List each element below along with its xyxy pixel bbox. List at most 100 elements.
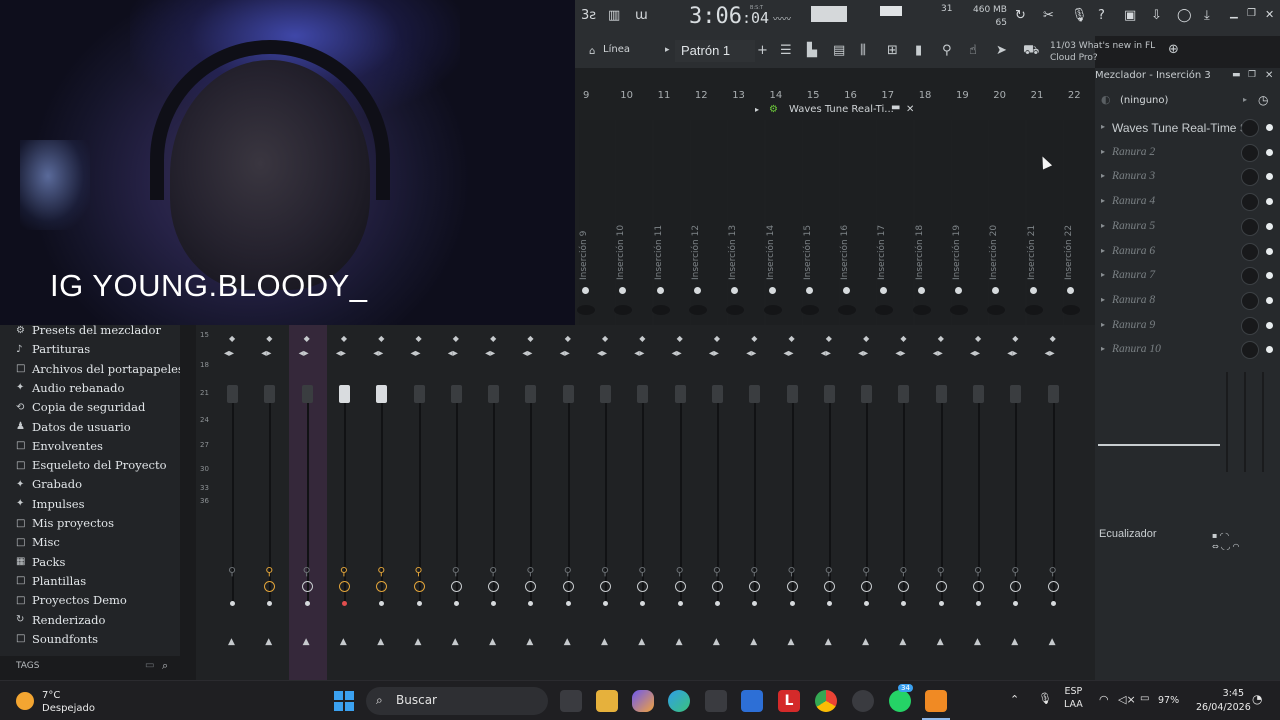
mixer-strip[interactable]: ◆ ◂▸ ⚲ ▲ <box>885 325 923 680</box>
insert-arrow-icon[interactable]: ▲ <box>974 637 981 647</box>
add-pattern-icon[interactable]: + <box>757 43 768 58</box>
browser-item[interactable]: ✦ Audio rebanado <box>16 379 124 397</box>
mixer-strip[interactable]: ◆ ◂▸ ⚲ ▲ <box>401 325 439 680</box>
stereo-separation-icon[interactable]: ◆ <box>639 335 645 343</box>
effect-slot[interactable]: ▸ Ranura 9 <box>1097 316 1273 339</box>
insert-arrow-icon[interactable]: ▲ <box>899 637 906 647</box>
stereo-separation-icon[interactable]: ◆ <box>677 335 683 343</box>
browser-item[interactable]: ♪ Partituras <box>16 340 90 358</box>
mixer-strip[interactable]: ◆ ◂▸ ⚲ ▲ <box>214 325 252 680</box>
pattern-selector[interactable]: Patrón 1 <box>675 40 755 62</box>
browser-item[interactable]: □ Proyectos Demo <box>16 591 127 609</box>
export-icon[interactable]: ⇩ <box>1151 8 1162 23</box>
insert-arrow-icon[interactable]: ▲ <box>564 637 571 647</box>
insert-arrow-icon[interactable]: ▲ <box>265 637 272 647</box>
slot-arrow-icon[interactable]: ▸ <box>1101 246 1105 255</box>
insert-knob[interactable] <box>912 305 931 315</box>
help-icon[interactable]: ? <box>1098 8 1105 23</box>
stereo-separation-icon[interactable]: ◆ <box>1012 335 1018 343</box>
wifi-icon[interactable]: ◠ <box>1099 693 1109 706</box>
mute-led[interactable] <box>938 601 944 606</box>
stereo-separation-icon[interactable]: ◆ <box>266 335 272 343</box>
effect-slot[interactable]: ▸ Ranura 3 <box>1097 168 1273 190</box>
mute-led[interactable] <box>864 601 870 606</box>
notifications-icon[interactable]: ◔ <box>1252 692 1262 706</box>
effect-slot[interactable]: ▸ Waves Tune Real-Time S... <box>1097 119 1273 141</box>
send-icon[interactable]: ⚲ <box>974 565 982 578</box>
close-icon[interactable]: ✕ <box>1265 8 1274 21</box>
cart-icon[interactable]: ⛟ <box>1023 43 1039 60</box>
browser-item[interactable]: ✦ Grabado <box>16 475 82 493</box>
mixer-strip[interactable]: ◆ ◂▸ ⚲ ▲ <box>624 325 662 680</box>
pan-arrows-icon[interactable]: ◂▸ <box>746 348 756 359</box>
browser-item[interactable]: ↻ Renderizado <box>16 611 105 629</box>
volume-fader[interactable] <box>376 385 388 403</box>
mixer-strip[interactable]: ◆ ◂▸ ⚲ ▲ <box>662 325 700 680</box>
send-icon[interactable]: ⚲ <box>265 565 273 578</box>
pan-arrows-icon[interactable]: ◂▸ <box>709 348 719 359</box>
copilot-icon[interactable] <box>632 690 654 712</box>
pan-arrows-icon[interactable]: ◂▸ <box>970 348 980 359</box>
volume-mute-icon[interactable]: ◁× <box>1118 693 1136 706</box>
volume-fader[interactable] <box>935 385 947 403</box>
stereo-separation-icon[interactable]: ◆ <box>938 335 944 343</box>
mixer-strip[interactable]: ◆ ◂▸ ⚲ ▲ <box>587 325 625 680</box>
stereo-separation-icon[interactable]: ◆ <box>751 335 757 343</box>
insert-arrow-icon[interactable]: ▲ <box>377 637 384 647</box>
battery-icon[interactable]: ▭ <box>1140 693 1149 704</box>
mute-led[interactable] <box>677 601 683 606</box>
pan-arrows-icon[interactable]: ◂▸ <box>522 348 532 359</box>
route-ring[interactable] <box>898 581 910 592</box>
playlist-icon[interactable]: ☰ <box>780 43 792 58</box>
send-icon[interactable]: ⚲ <box>676 565 684 578</box>
mixer-strip[interactable]: ◆ ◂▸ ⚲ ▲ <box>997 325 1035 680</box>
volume-fader[interactable] <box>749 385 761 403</box>
chrome-icon[interactable] <box>815 690 837 712</box>
slot-arrow-icon[interactable]: ▸ <box>1101 147 1105 156</box>
slot-arrow-icon[interactable]: ▸ <box>1101 344 1105 353</box>
route-ring[interactable] <box>637 581 649 592</box>
pan-arrows-icon[interactable]: ◂▸ <box>895 348 905 359</box>
insert-arrow-icon[interactable]: ▲ <box>452 637 459 647</box>
pan-arrows-icon[interactable]: ◂▸ <box>448 348 458 359</box>
volume-fader[interactable] <box>264 385 276 403</box>
route-ring[interactable] <box>674 581 686 592</box>
slot-enable-led[interactable] <box>1266 124 1273 131</box>
insert-arrow-icon[interactable]: ▲ <box>713 637 720 647</box>
insert-knob[interactable] <box>800 305 819 315</box>
search-icon[interactable]: ⌕ <box>162 659 168 673</box>
volume-fader[interactable] <box>786 385 798 403</box>
stereo-separation-icon[interactable]: ◆ <box>975 335 981 343</box>
send-icon[interactable]: ⚲ <box>788 565 796 578</box>
slot-mix-knob[interactable] <box>1241 217 1259 236</box>
mute-led[interactable] <box>565 601 571 606</box>
insert-led[interactable] <box>1066 287 1074 294</box>
pan-arrows-icon[interactable]: ◂▸ <box>672 348 682 359</box>
slot-enable-led[interactable] <box>1266 148 1273 156</box>
piano-icon[interactable]: ▥ <box>608 8 620 23</box>
settings-icon[interactable] <box>852 690 874 712</box>
stereo-separation-icon[interactable]: ◆ <box>863 335 869 343</box>
eq-knobs[interactable]: ▪ ◜ ◝ ⇔ ◟ ◞ ◠ <box>1212 530 1240 552</box>
slot-mix-knob[interactable] <box>1241 168 1259 187</box>
latency-clock-icon[interactable]: ◷ <box>1258 93 1268 107</box>
pan-arrows-icon[interactable]: ◂▸ <box>634 348 644 359</box>
send-icon[interactable]: ⚲ <box>303 565 311 578</box>
slot-arrow-icon[interactable]: ▸ <box>1101 270 1105 279</box>
effect-slot[interactable]: ▸ Ranura 6 <box>1097 242 1273 265</box>
pan-arrows-icon[interactable]: ◂▸ <box>261 348 271 359</box>
input-selector[interactable]: (ninguno) <box>1120 95 1168 106</box>
stereo-separation-icon[interactable]: ◆ <box>602 335 608 343</box>
slot-enable-led[interactable] <box>1266 296 1273 304</box>
mail-icon[interactable] <box>741 690 763 712</box>
stereo-separation-icon[interactable]: ◆ <box>1050 335 1056 343</box>
send-icon[interactable]: ⚲ <box>526 565 534 578</box>
send-icon[interactable]: ⚲ <box>1011 565 1019 578</box>
route-ring[interactable] <box>562 581 574 592</box>
globe-icon[interactable]: ⊕ <box>1168 42 1179 57</box>
browser-item[interactable]: □ Archivos del portapapeles <box>16 360 184 378</box>
browser-item[interactable]: ✦ Impulses <box>16 495 85 513</box>
insert-led[interactable] <box>917 287 925 294</box>
insert-led[interactable] <box>955 287 962 294</box>
stereo-separation-icon[interactable]: ◆ <box>565 335 571 343</box>
